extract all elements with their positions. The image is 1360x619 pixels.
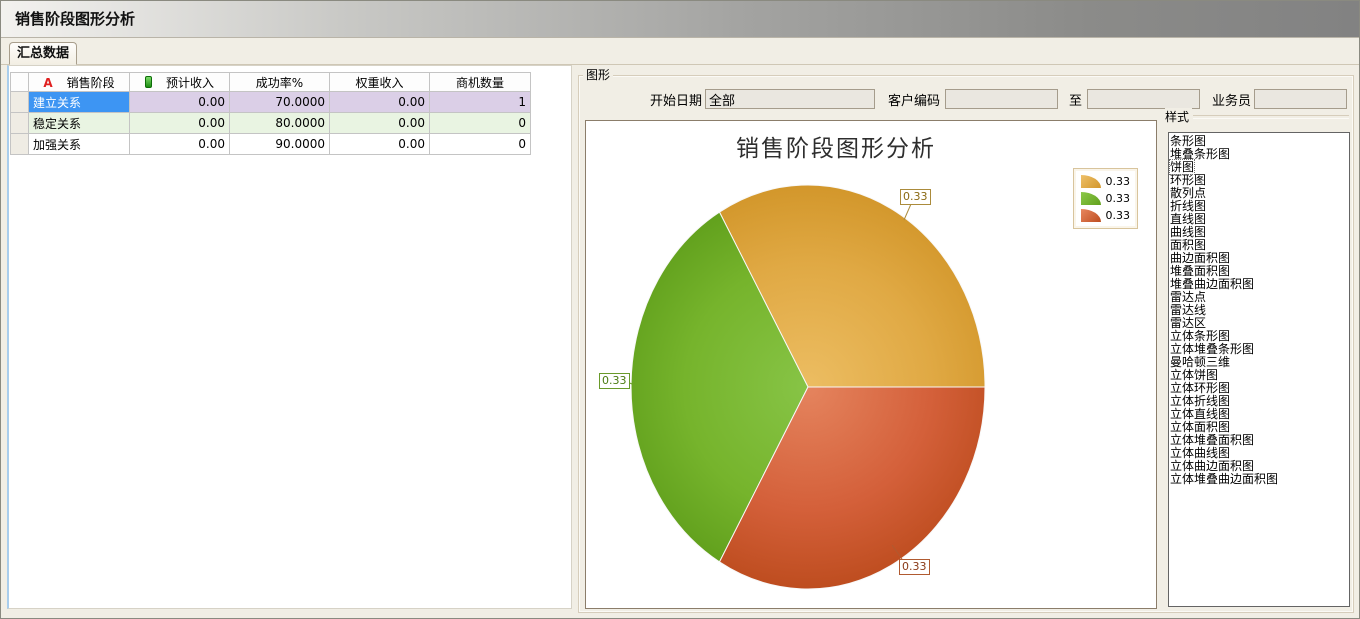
numeric-field-icon xyxy=(145,76,152,88)
groupbox-line xyxy=(1193,115,1349,119)
salesperson-label: 业务员 xyxy=(1211,90,1251,109)
cell-count[interactable]: 0 xyxy=(430,113,531,134)
graph-group-label: 图形 xyxy=(583,68,613,82)
chart-legend: 0.33 0.33 0.33 xyxy=(1073,168,1139,229)
cell-success-rate[interactable]: 80.0000 xyxy=(230,113,330,134)
sales-stage-table: A销售阶段 预计收入 成功率% 权重收入 商机数量 建立关系 0.00 70.0… xyxy=(10,72,531,155)
pie-chart-panel: 销售阶段图形分析 xyxy=(585,120,1157,609)
legend-entry: 0.33 xyxy=(1081,175,1131,188)
title-bar: 销售阶段图形分析 xyxy=(1,1,1359,38)
cell-weighted[interactable]: 0.00 xyxy=(330,113,430,134)
app-window: 销售阶段图形分析 汇总数据 A销售阶段 预计收入 成功率% 权重收入 商机数量 … xyxy=(0,0,1360,619)
legend-entry: 0.33 xyxy=(1081,192,1131,205)
row-indicator[interactable] xyxy=(11,92,29,113)
filter-row: 开始日期 客户编码 至 业务员 xyxy=(579,88,1353,110)
column-header-count[interactable]: 商机数量 xyxy=(430,73,531,92)
slice-value-label: 0.33 xyxy=(599,373,630,389)
legend-swatch-green xyxy=(1081,192,1101,205)
style-item[interactable]: 立体堆叠曲边面积图 xyxy=(1170,473,1349,486)
chart-style-list: 条形图 堆叠条形图 饼图 环形图 散列点 折线图 直线图 曲线图 面积图 曲边面… xyxy=(1168,132,1350,607)
row-indicator[interactable] xyxy=(11,113,29,134)
legend-swatch-red xyxy=(1081,209,1101,222)
cell-expected[interactable]: 0.00 xyxy=(130,134,230,155)
cell-success-rate[interactable]: 70.0000 xyxy=(230,92,330,113)
slice-value-label: 0.33 xyxy=(900,189,931,205)
column-header-weighted[interactable]: 权重收入 xyxy=(330,73,430,92)
label-leader-line xyxy=(904,204,911,220)
style-item[interactable]: 堆叠条形图 xyxy=(1170,148,1349,161)
salesperson-input[interactable] xyxy=(1254,89,1347,109)
cell-count[interactable]: 0 xyxy=(430,134,531,155)
table-row[interactable]: 建立关系 0.00 70.0000 0.00 1 xyxy=(11,92,531,113)
column-header-success-rate[interactable]: 成功率% xyxy=(230,73,330,92)
pie-chart xyxy=(586,121,1156,608)
tab-strip: 汇总数据 xyxy=(1,38,1359,65)
customer-code-label: 客户编码 xyxy=(888,90,940,109)
row-indicator[interactable] xyxy=(11,134,29,155)
start-date-input[interactable] xyxy=(705,89,875,109)
table-header-row: A销售阶段 预计收入 成功率% 权重收入 商机数量 xyxy=(11,73,531,92)
column-header-stage[interactable]: A销售阶段 xyxy=(29,73,130,92)
to-label: 至 xyxy=(1068,90,1082,109)
text-field-icon: A xyxy=(43,76,52,90)
style-groupbox: 样式 条形图 堆叠条形图 饼图 环形图 散列点 折线图 直线图 曲线图 面积图 … xyxy=(1165,108,1349,608)
page-title: 销售阶段图形分析 xyxy=(1,1,1359,37)
cell-stage[interactable]: 加强关系 xyxy=(29,134,130,155)
column-header-expected[interactable]: 预计收入 xyxy=(130,73,230,92)
customer-code-to-input[interactable] xyxy=(1087,89,1200,109)
cell-weighted[interactable]: 0.00 xyxy=(330,92,430,113)
graph-groupbox: 图形 开始日期 客户编码 至 业务员 销售阶段图形分析 xyxy=(578,75,1354,613)
row-indicator-header xyxy=(11,73,29,92)
legend-swatch-orange xyxy=(1081,175,1101,188)
cell-weighted[interactable]: 0.00 xyxy=(330,134,430,155)
style-group-label: 样式 xyxy=(1165,108,1192,125)
start-date-label: 开始日期 xyxy=(650,90,702,109)
cell-stage[interactable]: 稳定关系 xyxy=(29,113,130,134)
summary-table-panel: A销售阶段 预计收入 成功率% 权重收入 商机数量 建立关系 0.00 70.0… xyxy=(7,65,572,609)
cell-expected[interactable]: 0.00 xyxy=(130,92,230,113)
cell-count[interactable]: 1 xyxy=(430,92,531,113)
cell-stage[interactable]: 建立关系 xyxy=(29,92,130,113)
slice-value-label: 0.33 xyxy=(899,559,930,575)
cell-expected[interactable]: 0.00 xyxy=(130,113,230,134)
legend-entry: 0.33 xyxy=(1081,209,1131,222)
table-row[interactable]: 加强关系 0.00 90.0000 0.00 0 xyxy=(11,134,531,155)
cell-success-rate[interactable]: 90.0000 xyxy=(230,134,330,155)
customer-code-from-input[interactable] xyxy=(945,89,1058,109)
table-row[interactable]: 稳定关系 0.00 80.0000 0.00 0 xyxy=(11,113,531,134)
tab-summary-data[interactable]: 汇总数据 xyxy=(9,42,77,65)
